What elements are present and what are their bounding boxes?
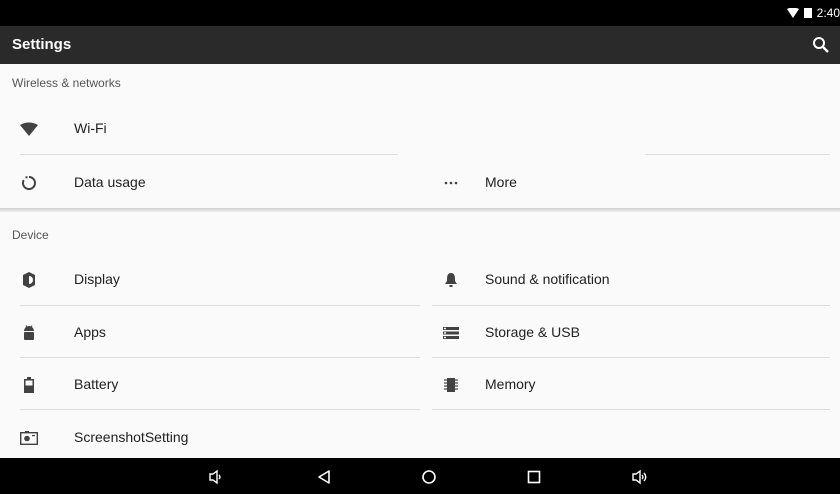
section-header-wireless: Wireless & networks <box>12 76 121 90</box>
settings-item-label: Display <box>74 271 120 287</box>
back-icon[interactable] <box>313 466 335 488</box>
battery-icon <box>18 374 40 396</box>
volume-up-icon[interactable] <box>629 466 651 488</box>
settings-item-label: Sound & notification <box>485 271 610 287</box>
settings-item-storage[interactable]: Storage & USB <box>430 307 830 357</box>
settings-item-label: Memory <box>485 376 536 392</box>
storage-icon <box>440 322 462 344</box>
settings-item-data-usage[interactable]: Data usage <box>0 157 420 207</box>
settings-item-memory[interactable]: Memory <box>430 359 830 409</box>
device-section: Device Display Sound & notification Apps… <box>0 212 840 458</box>
settings-item-wifi[interactable]: Wi-Fi <box>0 103 420 153</box>
wifi-icon <box>18 118 40 140</box>
divider <box>20 357 420 358</box>
settings-item-label: More <box>485 174 517 190</box>
settings-item-apps[interactable]: Apps <box>0 307 420 357</box>
page-title: Settings <box>12 36 72 53</box>
more-icon <box>440 172 462 194</box>
android-icon <box>18 322 40 344</box>
home-icon[interactable] <box>418 466 440 488</box>
divider <box>20 154 398 155</box>
divider <box>20 409 420 410</box>
navigation-bar <box>0 458 840 494</box>
wireless-section: Wireless & networks Wi-Fi Data usage Mor… <box>0 64 840 208</box>
settings-item-screenshot[interactable]: ScreenshotSetting <box>0 412 420 462</box>
settings-item-label: Storage & USB <box>485 324 580 340</box>
settings-item-display[interactable]: Display <box>0 254 420 304</box>
settings-item-label: Wi-Fi <box>74 120 107 136</box>
settings-item-battery[interactable]: Battery <box>0 359 420 409</box>
memory-chip-icon <box>440 374 462 396</box>
settings-item-more[interactable]: More <box>430 157 830 207</box>
status-time: 2:40 <box>816 6 840 20</box>
recents-icon[interactable] <box>523 466 545 488</box>
settings-item-label: Data usage <box>74 174 146 190</box>
search-icon[interactable] <box>811 35 831 55</box>
settings-item-label: Apps <box>74 324 106 340</box>
bell-icon <box>440 269 462 291</box>
wifi-signal-icon <box>786 8 799 18</box>
volume-down-icon[interactable] <box>205 466 227 488</box>
divider <box>20 305 420 306</box>
status-bar: 2:40 <box>0 0 840 26</box>
settings-item-label: ScreenshotSetting <box>74 429 189 445</box>
app-bar: Settings <box>0 26 840 64</box>
divider <box>432 357 830 358</box>
status-indicators: 2:40 <box>786 6 840 20</box>
screenshot-icon <box>18 427 40 449</box>
divider <box>432 409 830 410</box>
data-usage-icon <box>18 172 40 194</box>
section-header-device: Device <box>12 228 49 242</box>
divider <box>645 154 830 155</box>
settings-item-sound[interactable]: Sound & notification <box>430 254 830 304</box>
divider <box>432 305 830 306</box>
battery-status-icon <box>803 8 812 18</box>
brightness-icon <box>18 269 40 291</box>
settings-item-label: Battery <box>74 376 119 392</box>
